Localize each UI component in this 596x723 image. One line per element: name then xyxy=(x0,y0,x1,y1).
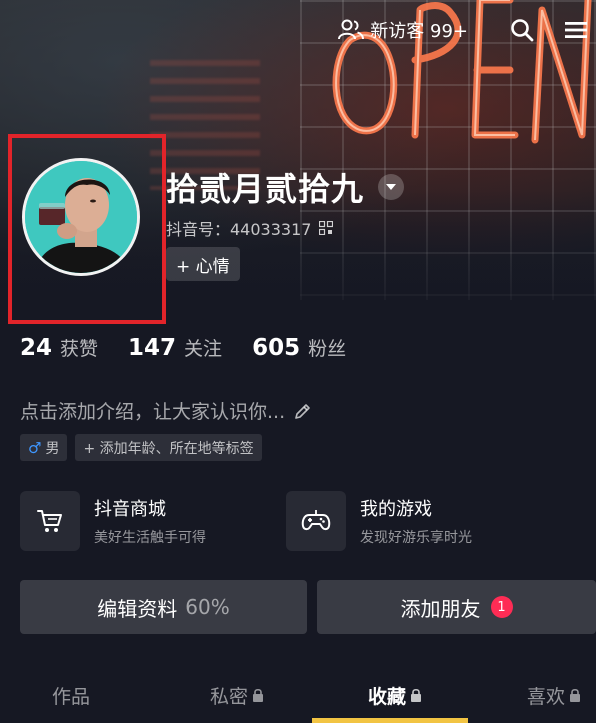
lock-icon xyxy=(253,688,264,702)
card-text: 抖音商城 美好生活触手可得 xyxy=(94,495,206,547)
cart-icon xyxy=(37,510,62,532)
card-title: 抖音商城 xyxy=(94,499,166,520)
new-visitors-button[interactable]: 新访客 99+ xyxy=(338,17,468,43)
douyin-mall-card[interactable]: 抖音商城 美好生活触手可得 xyxy=(20,491,206,551)
nickname-row[interactable]: 拾贰月贰拾九 xyxy=(166,164,405,210)
qr-code-icon[interactable] xyxy=(319,221,334,235)
card-icon-container xyxy=(286,491,346,551)
search-icon xyxy=(511,19,534,42)
active-tab-indicator xyxy=(312,718,468,723)
following-label: 关注 xyxy=(184,338,223,360)
tab-label: 喜欢 xyxy=(527,685,566,708)
bio-placeholder: 点击添加介绍，让大家认识你... xyxy=(20,401,286,423)
tab-label: 收藏 xyxy=(368,685,407,708)
tab-likes[interactable]: 喜欢 xyxy=(527,672,581,718)
menu-icon xyxy=(565,22,587,38)
followers-count: 605 xyxy=(252,335,301,361)
top-bar: 新访客 99+ xyxy=(338,14,596,46)
edit-profile-label: 编辑资料 xyxy=(97,596,178,621)
likes-stat[interactable]: 24 获赞 xyxy=(20,334,98,361)
following-stat[interactable]: 147 关注 xyxy=(128,334,222,361)
lock-icon xyxy=(411,688,422,702)
content-tabs: 作品 私密 收藏 喜欢 xyxy=(0,672,596,723)
followers-stat[interactable]: 605 粉丝 xyxy=(252,334,346,361)
my-games-card[interactable]: 我的游戏 发现好游乐享时光 xyxy=(286,491,472,551)
likes-count: 24 xyxy=(20,335,53,361)
add-friends-button[interactable]: 添加朋友 1 xyxy=(317,580,596,634)
tab-works[interactable]: 作品 xyxy=(52,672,90,718)
bio-edit-prompt[interactable]: 点击添加介绍，让大家认识你... xyxy=(20,397,313,424)
card-subtitle: 美好生活触手可得 xyxy=(94,530,206,546)
lock-icon xyxy=(570,688,581,702)
tab-label: 私密 xyxy=(210,685,249,708)
card-text: 我的游戏 发现好游乐享时光 xyxy=(360,495,472,547)
avatar[interactable] xyxy=(22,158,140,276)
douyin-id-row[interactable]: 抖音号：44033317 xyxy=(166,216,334,240)
new-visitors-label: 新访客 99+ xyxy=(370,21,468,42)
card-icon-container xyxy=(20,491,80,551)
menu-button[interactable] xyxy=(562,16,590,44)
male-icon: ♂ xyxy=(28,438,42,457)
likes-label: 获赞 xyxy=(60,338,99,360)
gamepad-icon xyxy=(301,510,331,531)
notification-badge: 1 xyxy=(490,596,513,618)
gender-tag[interactable]: ♂ 男 xyxy=(20,434,68,461)
profile-completion-percent: 60% xyxy=(185,595,230,619)
nickname: 拾贰月贰拾九 xyxy=(166,170,365,208)
gender-label: 男 xyxy=(45,440,60,457)
search-button[interactable] xyxy=(508,16,536,44)
card-subtitle: 发现好游乐享时光 xyxy=(360,530,472,546)
profile-stats: 24 获赞 147 关注 605 粉丝 xyxy=(20,334,376,361)
following-count: 147 xyxy=(128,335,177,361)
add-tags-button[interactable]: + 添加年龄、所在地等标签 xyxy=(75,434,262,461)
caret-down-icon xyxy=(386,184,397,190)
profile-tags: ♂ 男 + 添加年龄、所在地等标签 xyxy=(20,434,262,461)
add-friends-label: 添加朋友 xyxy=(400,596,481,621)
avatar-image xyxy=(25,161,137,273)
tab-label: 作品 xyxy=(52,685,91,708)
douyin-id: 抖音号：44033317 xyxy=(166,220,312,239)
nickname-dropdown-button[interactable] xyxy=(378,174,405,200)
followers-label: 粉丝 xyxy=(308,338,347,360)
card-title: 我的游戏 xyxy=(360,499,432,520)
tab-favorites[interactable]: 收藏 xyxy=(368,672,422,718)
mood-button[interactable]: + 心情 xyxy=(166,247,240,281)
people-icon xyxy=(338,19,365,40)
edit-profile-button[interactable]: 编辑资料 60% xyxy=(20,580,307,634)
tab-private[interactable]: 私密 xyxy=(210,672,264,718)
pencil-icon xyxy=(295,403,310,419)
